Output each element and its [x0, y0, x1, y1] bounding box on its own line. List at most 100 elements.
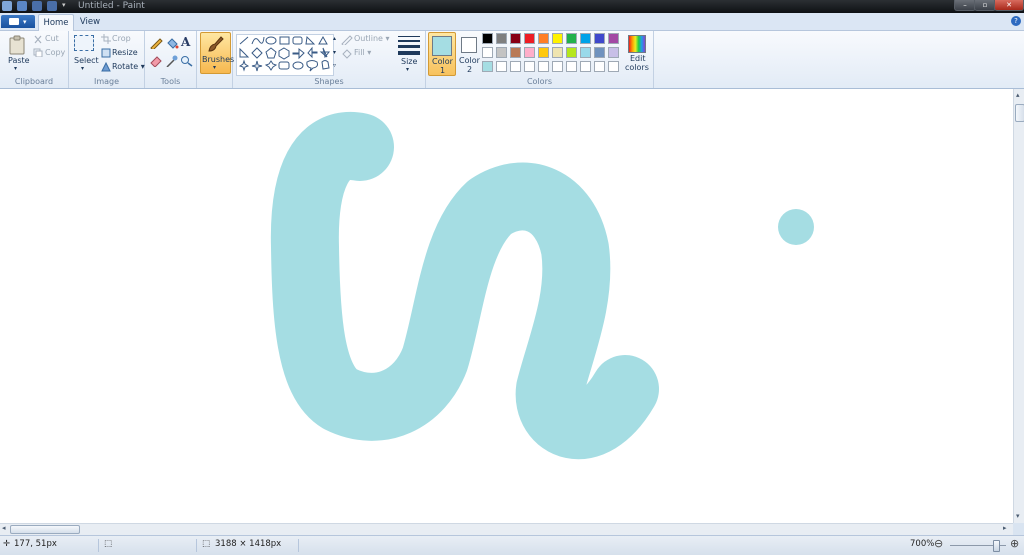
edit-colors-label-2: colors [625, 63, 649, 72]
select-dropdown-icon[interactable]: ▾ [81, 65, 84, 72]
palette-swatch[interactable] [538, 47, 549, 58]
palette-swatch[interactable] [552, 33, 563, 44]
color2-button[interactable]: Color 2 [456, 32, 482, 74]
copy-icon [33, 48, 43, 57]
palette-swatch[interactable] [496, 33, 507, 44]
color2-label: Color [459, 56, 480, 65]
brush-dot [778, 209, 814, 245]
palette-swatch[interactable] [594, 47, 605, 58]
vertical-scroll-thumb[interactable] [1015, 104, 1024, 122]
shapes-scroll-up-icon[interactable]: ▴ [333, 35, 336, 42]
palette-swatch[interactable] [566, 61, 577, 72]
shapes-gallery-icons [238, 35, 331, 72]
paste-label[interactable]: Paste [8, 56, 30, 65]
horizontal-scroll-thumb[interactable] [10, 525, 80, 534]
outline-button[interactable]: Outline ▾ [354, 34, 390, 43]
color1-button[interactable]: Color 1 [428, 32, 456, 76]
eraser-icon[interactable] [149, 55, 163, 67]
color1-label: Color [432, 57, 453, 66]
text-tool-icon[interactable]: A [181, 35, 190, 49]
zoom-slider-thumb[interactable] [993, 540, 1000, 552]
palette-swatch[interactable] [538, 33, 549, 44]
status-divider [298, 539, 299, 552]
palette-swatch[interactable] [552, 61, 563, 72]
palette-swatch[interactable] [496, 61, 507, 72]
zoom-out-button[interactable]: ⊖ [934, 537, 943, 550]
brushes-dropdown-icon: ▾ [213, 64, 217, 71]
chevron-down-icon: ▾ [23, 18, 27, 26]
quick-access-dropdown-icon[interactable]: ▾ [62, 1, 66, 9]
paint-app-icon[interactable] [2, 1, 12, 11]
close-button[interactable]: ✕ [994, 0, 1024, 11]
paste-dropdown-icon[interactable]: ▾ [14, 65, 17, 72]
shapes-gallery[interactable] [236, 34, 334, 76]
image-group-label: Image [93, 77, 120, 86]
vertical-scrollbar[interactable]: ▴ ▾ [1013, 89, 1024, 523]
copy-button[interactable]: Copy [45, 48, 65, 57]
scroll-down-icon[interactable]: ▾ [1016, 512, 1020, 520]
zoom-level: 700% [910, 539, 935, 549]
palette-swatch[interactable] [510, 33, 521, 44]
palette-swatch[interactable] [608, 47, 619, 58]
palette-swatch[interactable] [510, 61, 521, 72]
cut-button[interactable]: Cut [45, 34, 59, 43]
brushes-button[interactable]: Brushes ▾ [200, 32, 234, 74]
palette-swatch[interactable] [580, 47, 591, 58]
line-size-icon [398, 36, 420, 55]
fill-bucket-icon[interactable] [165, 37, 179, 49]
palette-swatch[interactable] [594, 61, 605, 72]
status-divider [98, 539, 99, 552]
help-icon[interactable]: ? [1011, 16, 1021, 26]
size-button[interactable]: Size ▾ [396, 34, 422, 74]
palette-swatch[interactable] [566, 47, 577, 58]
palette-swatch[interactable] [496, 47, 507, 58]
select-button[interactable]: Select [74, 56, 99, 65]
horizontal-scrollbar[interactable]: ◂ ▸ [0, 523, 1013, 535]
palette-swatch[interactable] [482, 33, 493, 44]
scroll-left-icon[interactable]: ◂ [2, 524, 6, 532]
minimize-button[interactable]: – [954, 0, 976, 11]
drawing-canvas[interactable] [0, 89, 1013, 523]
undo-icon[interactable] [32, 1, 42, 11]
size-group: Size ▾ [393, 31, 425, 88]
edit-colors-button[interactable]: Edit colors [624, 32, 650, 74]
color-picker-icon[interactable] [165, 55, 179, 67]
scroll-up-icon[interactable]: ▴ [1016, 91, 1020, 99]
palette-swatch[interactable] [580, 61, 591, 72]
tab-view[interactable]: View [76, 14, 104, 30]
shapes-scroll-down-icon[interactable]: ▾ [333, 49, 336, 56]
palette-swatch[interactable] [524, 47, 535, 58]
clipboard-group: Paste ▾ Cut Copy Clipboard [0, 31, 69, 88]
select-icon[interactable] [74, 35, 94, 51]
paint-menu-button[interactable]: ▾ [1, 15, 35, 28]
scroll-right-icon[interactable]: ▸ [1003, 524, 1007, 532]
palette-swatch[interactable] [482, 47, 493, 58]
palette-swatch[interactable] [524, 61, 535, 72]
palette-swatch[interactable] [510, 47, 521, 58]
fill-button[interactable]: Fill ▾ [354, 48, 371, 57]
resize-button[interactable]: Resize [112, 48, 138, 57]
palette-swatch[interactable] [566, 33, 577, 44]
crop-button[interactable]: Crop [112, 34, 131, 43]
palette-swatch[interactable] [580, 33, 591, 44]
palette-swatch[interactable] [608, 61, 619, 72]
palette-swatch[interactable] [594, 33, 605, 44]
rotate-button[interactable]: Rotate ▾ [112, 62, 145, 71]
shapes-expand-icon[interactable]: ▿ [333, 62, 336, 69]
tab-home[interactable]: Home [38, 14, 74, 31]
pencil-icon[interactable] [149, 37, 163, 49]
rotate-icon [101, 62, 111, 72]
maximize-button[interactable]: ▫ [974, 0, 996, 11]
palette-swatch[interactable] [524, 33, 535, 44]
palette-swatch[interactable] [482, 61, 493, 72]
save-icon[interactable] [17, 1, 27, 11]
palette-swatch[interactable] [538, 61, 549, 72]
paste-button[interactable] [9, 35, 25, 55]
palette-swatch[interactable] [552, 47, 563, 58]
redo-icon[interactable] [47, 1, 57, 11]
color2-number: 2 [467, 65, 473, 74]
magnifier-icon[interactable] [180, 55, 194, 67]
palette-swatch[interactable] [608, 33, 619, 44]
zoom-in-button[interactable]: ⊕ [1010, 537, 1019, 550]
clipboard-icon [9, 35, 25, 55]
